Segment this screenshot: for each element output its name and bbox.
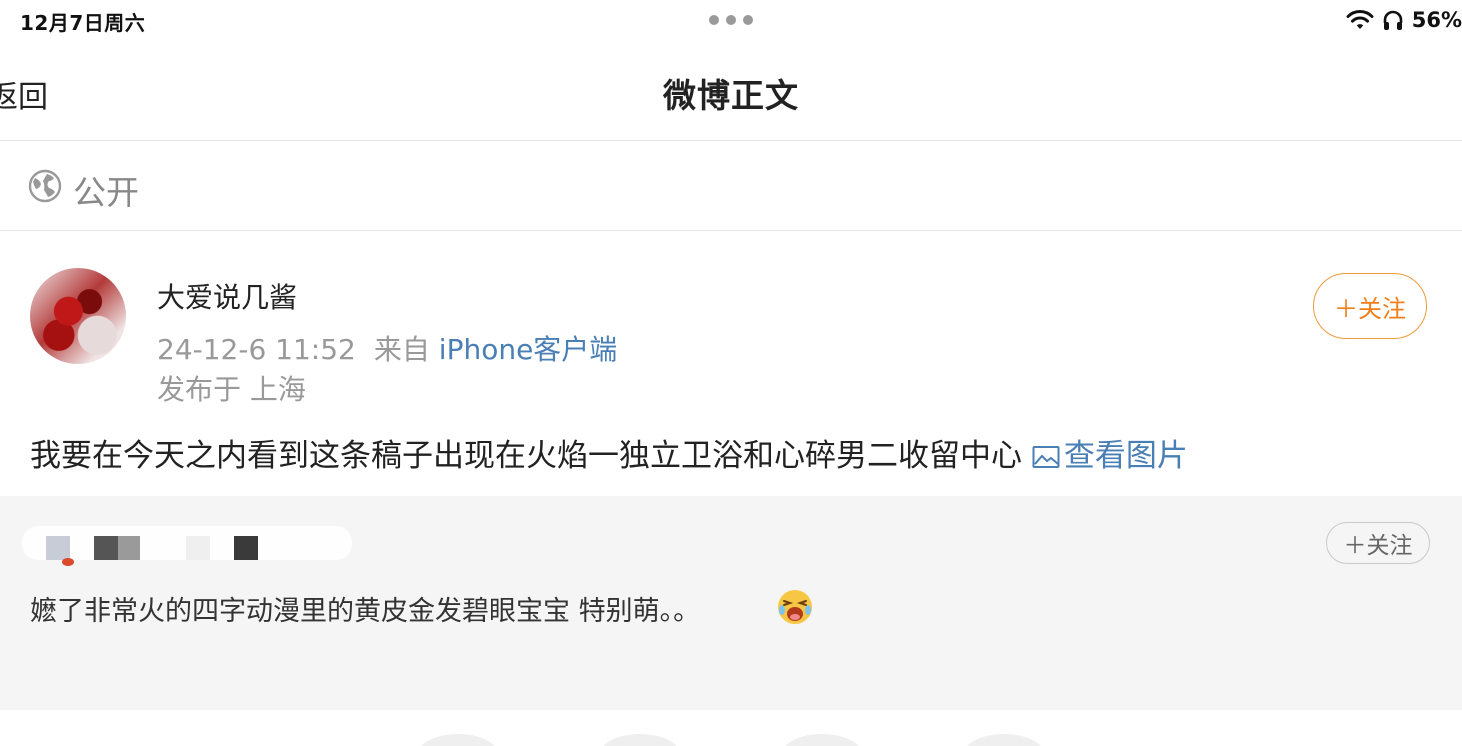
wifi-icon bbox=[1346, 10, 1374, 29]
blurred-username bbox=[22, 520, 362, 568]
client-link[interactable]: iPhone客户端 bbox=[439, 333, 618, 366]
view-image-link[interactable]: 查看图片 bbox=[1032, 438, 1188, 474]
battery-percent: 56% bbox=[1411, 8, 1462, 32]
avatar[interactable] bbox=[30, 268, 126, 364]
status-indicators: 56% bbox=[1346, 6, 1462, 34]
post-location: 发布于 上海 bbox=[157, 373, 306, 406]
source-prefix: 来自 bbox=[373, 333, 430, 366]
post-time: 24-12-6 11:52 bbox=[157, 333, 356, 366]
visibility-row: 公开 bbox=[0, 141, 1462, 231]
nav-bar: 返回 微博正文 bbox=[0, 40, 1462, 141]
visibility-label: 公开 bbox=[73, 173, 139, 212]
follow-button[interactable]: ＋关注 bbox=[1313, 273, 1427, 339]
post-body: 我要在今天之内看到这条稿子出现在火焰一独立卫浴和心碎男二收留中心 bbox=[30, 438, 1022, 474]
status-bar: 12月7日周六 56% bbox=[0, 0, 1462, 40]
toolbar-button-hint bbox=[782, 734, 862, 746]
globe-icon bbox=[28, 169, 62, 203]
post-text: 我要在今天之内看到这条稿子出现在火焰一独立卫浴和心碎男二收留中心 查看图片 bbox=[30, 430, 1188, 475]
status-date: 12月7日周六 bbox=[20, 11, 146, 35]
weibo-detail-page: 12月7日周六 56% 返回 微博正文 公开 大爱说几酱 24-12-6 11:… bbox=[0, 0, 1462, 746]
image-icon bbox=[1032, 446, 1060, 468]
username[interactable]: 大爱说几酱 bbox=[157, 276, 297, 316]
repost-text: 嬷了非常火的四字动漫里的黄皮金发碧眼宝宝 特别萌。。 bbox=[30, 596, 701, 627]
headphones-icon bbox=[1383, 10, 1403, 30]
repost-follow-button[interactable]: ＋关注 bbox=[1326, 522, 1430, 564]
laughing-crying-emoji-icon bbox=[778, 590, 812, 624]
toolbar-button-hint bbox=[964, 734, 1044, 746]
toolbar-button-hint bbox=[418, 734, 498, 746]
post-meta: 24-12-6 11:52 来自 iPhone客户端 bbox=[157, 328, 617, 368]
view-image-label: 查看图片 bbox=[1063, 438, 1188, 474]
page-title: 微博正文 bbox=[663, 76, 799, 115]
multitasking-dots-icon[interactable] bbox=[709, 15, 753, 25]
toolbar-button-hint bbox=[600, 734, 680, 746]
